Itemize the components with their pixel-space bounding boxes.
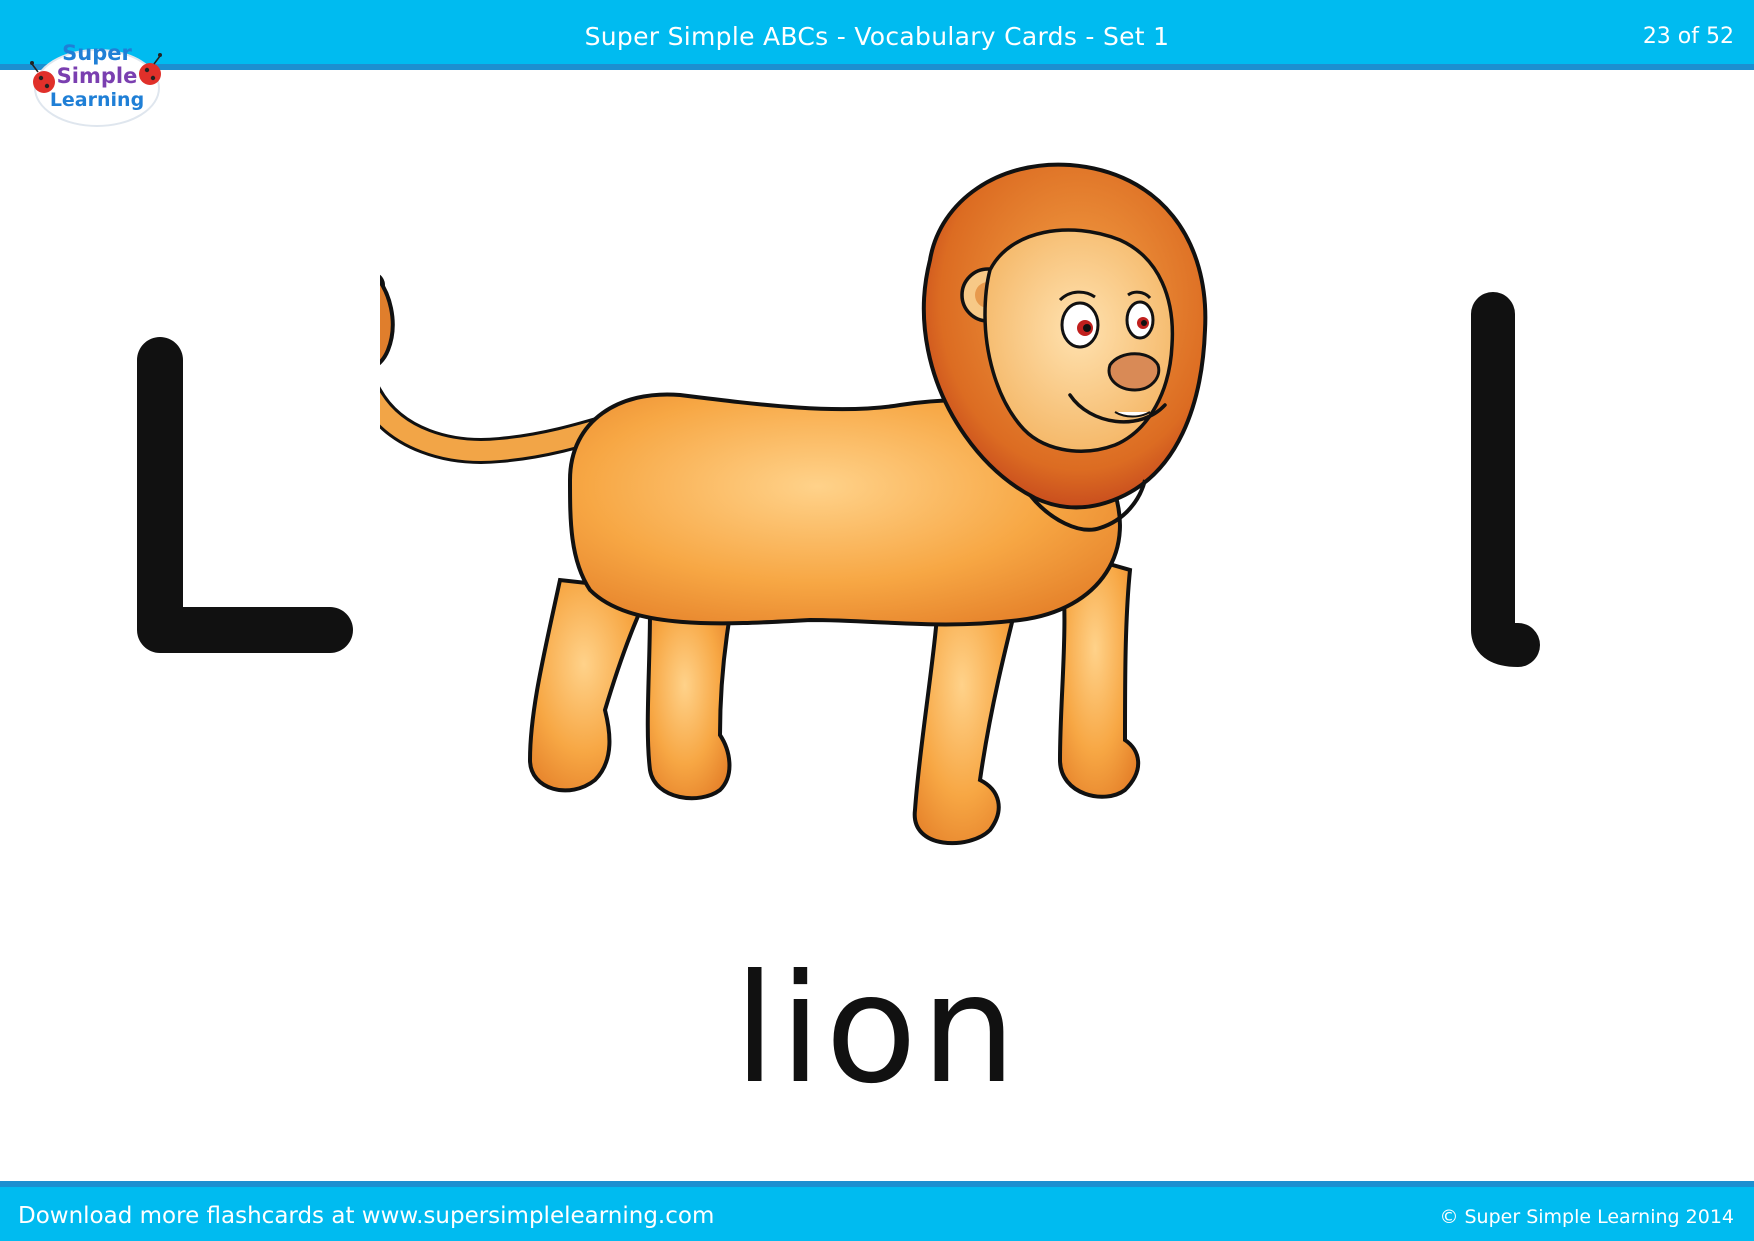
page-title: Super Simple ABCs - Vocabulary Cards - S… [584, 22, 1170, 51]
logo-text-super: Super [62, 41, 132, 65]
ladybug-right-icon [139, 53, 162, 85]
flashcard-page: Super Simple ABCs - Vocabulary Cards - S… [0, 0, 1754, 1241]
download-link-text[interactable]: Download more flashcards at www.supersim… [18, 1203, 714, 1229]
lowercase-letter-l [1471, 292, 1540, 667]
vocabulary-word: lion [733, 943, 1021, 1117]
footer-bar: Download more flashcards at www.supersim… [0, 1181, 1754, 1241]
copyright-text: © Super Simple Learning 2014 [1439, 1206, 1734, 1228]
lion-illustration [380, 162, 1208, 846]
logo-text-simple: Simple [57, 64, 138, 88]
header-bar: Super Simple ABCs - Vocabulary Cards - S… [0, 0, 1754, 70]
uppercase-letter-l [137, 337, 353, 653]
super-simple-learning-logo: Super Simple Learning [30, 41, 162, 127]
page-indicator: 23 of 52 [1642, 24, 1734, 49]
logo-text-learning: Learning [50, 89, 144, 111]
